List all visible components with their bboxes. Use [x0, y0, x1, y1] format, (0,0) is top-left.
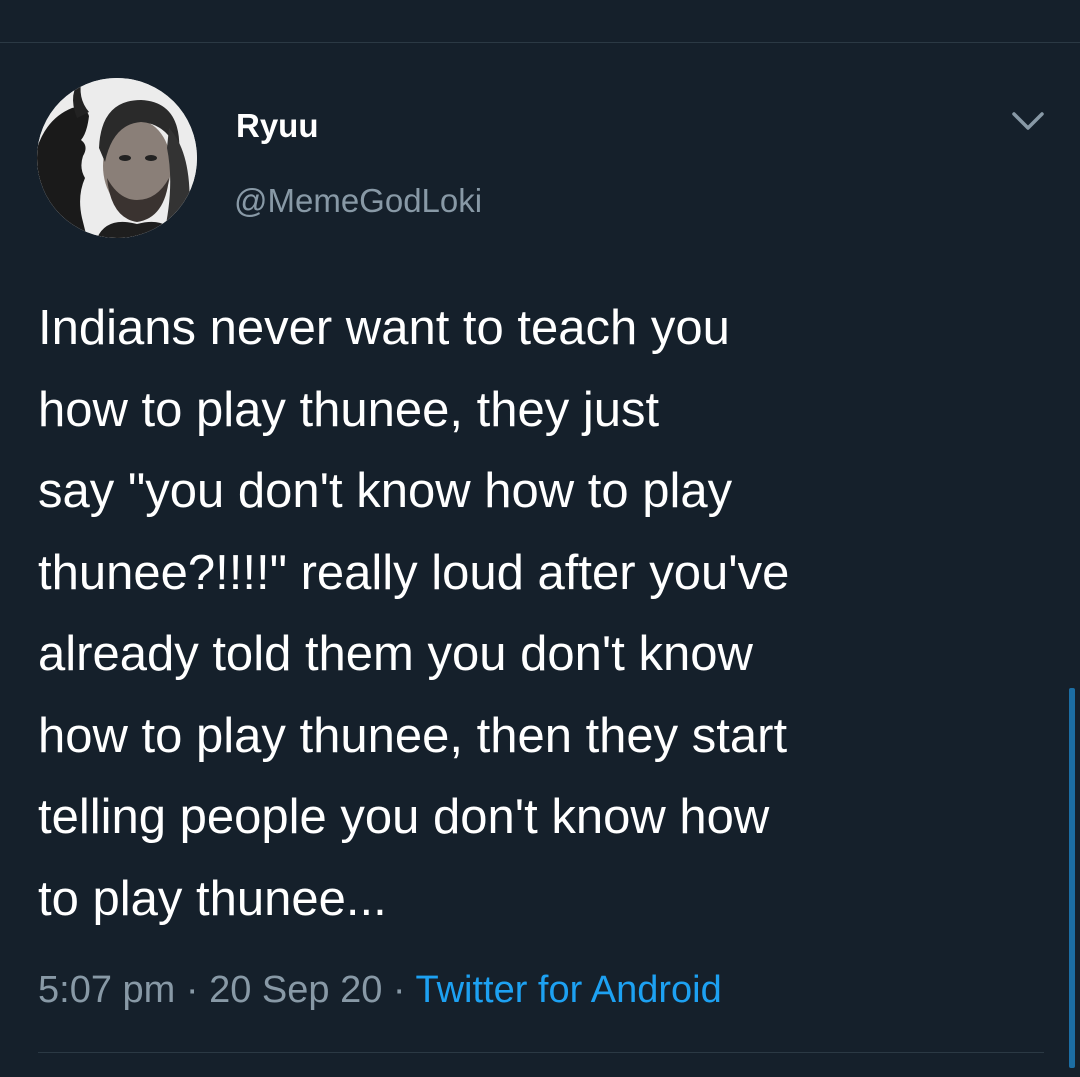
tweet-text-line: how to play thunee, then they start [38, 708, 788, 763]
tweet-source-link[interactable]: Twitter for Android [415, 969, 721, 1011]
scrollbar[interactable] [1069, 688, 1075, 1068]
chevron-down-icon[interactable] [1010, 108, 1046, 134]
tweet-text-line: already told them you don't know [38, 627, 753, 681]
tweet-text: Indians never want to teach you how to p… [38, 288, 1058, 940]
tweet-time[interactable]: 5:07 pm [38, 969, 175, 1011]
tweet-text-line: to play thunee... [38, 871, 387, 926]
tweet-date[interactable]: 20 Sep 20 [209, 969, 382, 1011]
display-name[interactable]: Ryuu [236, 106, 319, 146]
bottom-divider [38, 1052, 1044, 1053]
tweet-text-line: how to play thunee, they just [38, 382, 660, 437]
top-divider [0, 42, 1080, 43]
tweet-text-line: thunee?!!!!" really loud after you've [38, 545, 790, 600]
tweet-text-line: Indians never want to teach you [38, 301, 730, 355]
user-handle[interactable]: @MemeGodLoki [234, 181, 482, 221]
tweet-text-line: telling people you don't know how [38, 790, 770, 844]
meta-separator: · [185, 969, 199, 1011]
tweet-metadata: 5:07 pm · 20 Sep 20 · Twitter for Androi… [38, 966, 722, 1014]
profile-avatar[interactable] [37, 78, 197, 238]
meta-separator: · [392, 969, 406, 1011]
tweet-text-line: say "you don't know how to play [38, 464, 733, 518]
